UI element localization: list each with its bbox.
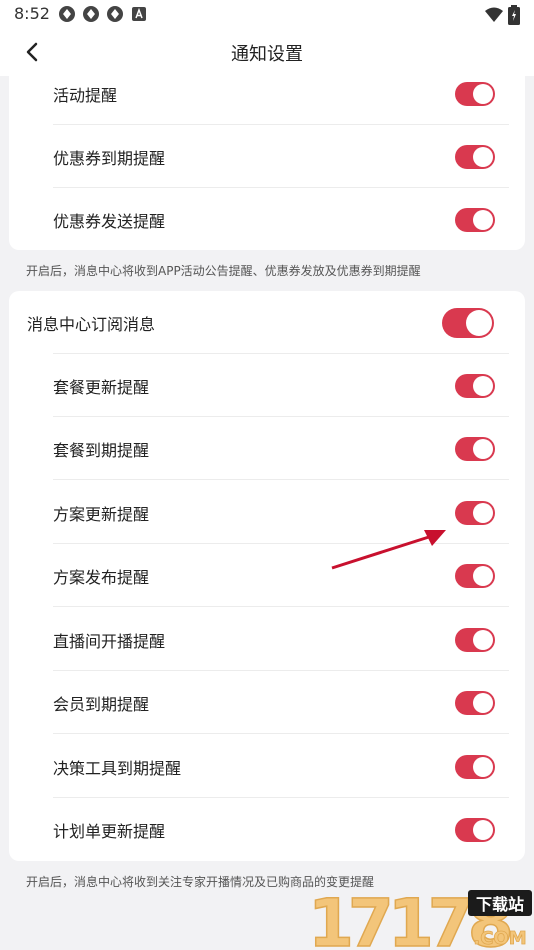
app-notification-icon xyxy=(107,6,123,22)
settings-row-package-expiry: 套餐到期提醒 xyxy=(9,417,525,480)
status-right-icons xyxy=(484,5,520,25)
row-label: 计划单更新提醒 xyxy=(53,821,166,841)
settings-row-package-update: 套餐更新提醒 xyxy=(9,354,525,417)
svg-text:下载站: 下载站 xyxy=(476,895,524,914)
toggle-switch[interactable] xyxy=(455,207,495,232)
row-label: 方案更新提醒 xyxy=(53,504,150,524)
toggle-switch[interactable] xyxy=(455,563,495,588)
toggle-switch[interactable] xyxy=(455,627,495,652)
toggle-switch[interactable] xyxy=(455,500,495,525)
toggle-knob xyxy=(473,438,493,459)
row-label: 套餐更新提醒 xyxy=(53,377,150,397)
toggle-knob xyxy=(473,209,493,230)
a-icon xyxy=(132,7,146,21)
row-label: 消息中心订阅消息 xyxy=(27,314,156,334)
row-label: 会员到期提醒 xyxy=(53,694,150,714)
settings-row-plan-list-update: 计划单更新提醒 xyxy=(9,798,525,861)
row-label: 方案发布提醒 xyxy=(53,567,150,587)
status-time: 8:52 xyxy=(14,4,50,23)
toggle-switch[interactable] xyxy=(455,144,495,169)
row-label: 优惠券到期提醒 xyxy=(53,148,166,168)
toggle-knob xyxy=(466,309,492,336)
watermark-logo: 17178 下载站 .COM xyxy=(308,888,532,950)
row-label: 优惠券发送提醒 xyxy=(53,211,166,231)
settings-row-master-subscription: 消息中心订阅消息 xyxy=(9,291,525,354)
toggle-knob xyxy=(473,756,493,777)
toggle-knob xyxy=(473,502,493,523)
toggle-switch[interactable] xyxy=(455,436,495,461)
toggle-knob xyxy=(473,565,493,586)
settings-row-live-start: 直播间开播提醒 xyxy=(9,608,525,671)
battery-icon xyxy=(508,5,520,25)
toggle-knob xyxy=(473,83,493,104)
toggle-knob xyxy=(473,146,493,167)
settings-row-tool-expiry: 决策工具到期提醒 xyxy=(9,735,525,798)
toggle-knob xyxy=(473,819,493,840)
divider xyxy=(53,606,509,607)
settings-row-coupon-expiry: 优惠券到期提醒 xyxy=(9,125,525,188)
settings-row-member-expiry: 会员到期提醒 xyxy=(9,671,525,734)
toggle-knob xyxy=(473,629,493,650)
row-label: 活动提醒 xyxy=(53,85,118,105)
toggle-switch[interactable] xyxy=(455,754,495,779)
annotation-arrow-icon xyxy=(331,530,446,570)
master-toggle-switch[interactable] xyxy=(442,307,494,338)
status-notification-icons xyxy=(58,5,148,23)
section-note: 开启后，消息中心将收到APP活动公告提醒、优惠券发放及优惠券到期提醒 xyxy=(26,264,421,278)
toggle-switch[interactable] xyxy=(455,690,495,715)
wifi-icon xyxy=(485,7,503,22)
svg-text:.COM: .COM xyxy=(473,928,526,949)
divider xyxy=(53,479,509,480)
app-notification-icon xyxy=(83,6,99,22)
toggle-knob xyxy=(473,692,493,713)
toggle-switch[interactable] xyxy=(455,81,495,106)
toggle-switch[interactable] xyxy=(455,817,495,842)
row-label: 套餐到期提醒 xyxy=(53,440,150,460)
row-label: 决策工具到期提醒 xyxy=(53,758,182,778)
activity-settings-card: 活动提醒 优惠券到期提醒 优惠券发送提醒 xyxy=(9,62,525,250)
settings-row-coupon-send: 优惠券发送提醒 xyxy=(9,188,525,251)
row-label: 直播间开播提醒 xyxy=(53,631,166,651)
status-bar: 8:52 xyxy=(0,0,534,28)
app-notification-icon xyxy=(59,6,75,22)
toggle-knob xyxy=(473,375,493,396)
toggle-switch[interactable] xyxy=(455,373,495,398)
divider xyxy=(53,733,509,734)
settings-row-activity: 活动提醒 xyxy=(9,62,525,125)
